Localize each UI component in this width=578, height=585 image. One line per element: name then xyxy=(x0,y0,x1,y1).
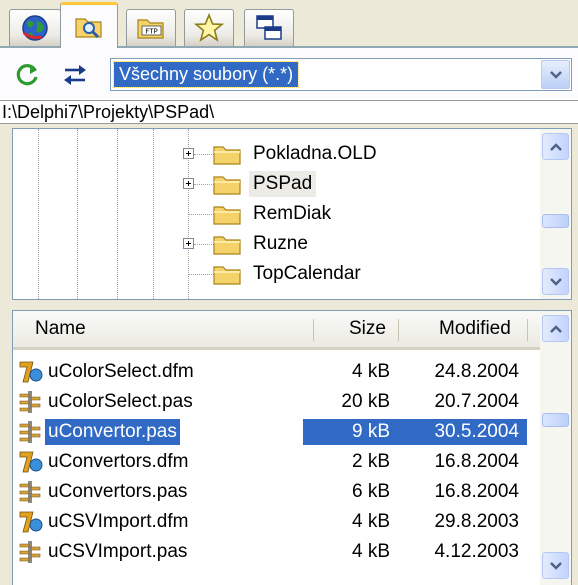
globe-icon xyxy=(22,15,48,41)
column-header-modified[interactable]: Modified xyxy=(439,311,511,347)
file-name: uCSVImport.pas xyxy=(48,541,188,562)
chevron-down-icon xyxy=(549,70,562,79)
column-header-size[interactable]: Size xyxy=(349,311,386,347)
file-modified: 20.7.2004 xyxy=(434,391,519,412)
delphi-form-icon xyxy=(19,451,43,473)
folder-icon xyxy=(213,176,241,195)
file-list-scroll-down-button[interactable] xyxy=(542,552,569,579)
file-size: 6 kB xyxy=(351,481,390,502)
tab-windows[interactable] xyxy=(244,9,294,46)
tree-item-pokladna-old[interactable]: Pokladna.OLD xyxy=(183,139,543,169)
file-modified: 30.5.2004 xyxy=(434,421,519,442)
file-list-scroll-up-button[interactable] xyxy=(542,315,569,342)
pascal-unit-icon xyxy=(19,421,41,443)
file-modified: 24.8.2004 xyxy=(434,361,519,382)
tab-folder-search[interactable] xyxy=(60,2,118,48)
file-modified: 29.8.2003 xyxy=(434,511,519,532)
tab-ftp[interactable]: FTP xyxy=(126,9,176,46)
tree-item-label: Pokladna.OLD xyxy=(253,143,377,164)
refresh-icon xyxy=(16,64,38,86)
file-row[interactable]: uCSVImport.pas 4 kB 4.12.2003 xyxy=(13,537,541,567)
file-list-header: Name Size Modified xyxy=(13,311,541,350)
chevron-up-icon xyxy=(549,324,562,333)
folder-icon xyxy=(213,206,241,225)
star-icon xyxy=(194,13,224,42)
column-header-name[interactable]: Name xyxy=(35,311,86,347)
tree-guide-line xyxy=(117,129,118,299)
file-size: 4 kB xyxy=(351,541,390,562)
pascal-unit-icon xyxy=(19,391,41,413)
file-row[interactable]: uConvertors.pas 6 kB 16.8.2004 xyxy=(13,477,541,507)
file-name: uColorSelect.dfm xyxy=(48,361,194,382)
file-name: uConvertor.pas xyxy=(45,419,180,445)
folder-icon xyxy=(213,266,241,285)
tree-item-label: Ruzne xyxy=(253,233,308,254)
file-modified: 16.8.2004 xyxy=(434,451,519,472)
pascal-unit-icon xyxy=(19,541,41,563)
file-modified: 4.12.2003 xyxy=(434,541,519,562)
delphi-form-icon xyxy=(19,511,43,533)
tree-item-pspad[interactable]: PSPad xyxy=(183,169,543,199)
sync-button[interactable] xyxy=(60,60,90,90)
tree-expand-toggle[interactable] xyxy=(183,178,194,189)
current-path: I:\Delphi7\Projekty\PSPad\ xyxy=(0,100,578,124)
file-filter-dropdown-button[interactable] xyxy=(541,60,570,89)
file-size: 9 kB xyxy=(351,421,390,442)
swap-arrows-icon xyxy=(64,65,86,85)
file-row[interactable]: uColorSelect.dfm 4 kB 24.8.2004 xyxy=(13,357,541,387)
file-row[interactable]: uConvertors.dfm 2 kB 16.8.2004 xyxy=(13,447,541,477)
chevron-down-icon xyxy=(549,277,562,286)
chevron-down-icon xyxy=(549,561,562,570)
file-row[interactable]: uColorSelect.pas 20 kB 20.7.2004 xyxy=(13,387,541,417)
file-row[interactable]: uCSVImport.dfm 4 kB 29.8.2003 xyxy=(13,507,541,537)
file-name: uConvertors.dfm xyxy=(48,451,189,472)
file-size: 20 kB xyxy=(341,391,390,412)
file-modified: 16.8.2004 xyxy=(434,481,519,502)
windows-icon xyxy=(256,15,282,40)
pascal-unit-icon xyxy=(19,481,41,503)
tree-expand-toggle[interactable] xyxy=(183,238,194,249)
file-filter-value: Všechny soubory (*.*) xyxy=(112,61,300,88)
delphi-form-icon xyxy=(19,361,43,383)
file-filter-select[interactable]: Všechny soubory (*.*) xyxy=(110,58,572,91)
file-name: uColorSelect.pas xyxy=(48,391,193,412)
tab-globe[interactable] xyxy=(9,9,61,46)
file-size: 4 kB xyxy=(351,361,390,382)
file-size: 2 kB xyxy=(351,451,390,472)
file-list-scroll-thumb[interactable] xyxy=(542,413,569,427)
tree-guide-line xyxy=(153,129,154,299)
file-list-scrollbar[interactable] xyxy=(540,311,571,585)
file-name: uCSVImport.dfm xyxy=(48,511,189,532)
tree-scroll-thumb[interactable] xyxy=(542,214,569,228)
tree-expand-toggle[interactable] xyxy=(183,148,194,159)
file-row-selected[interactable]: uConvertor.pas 9 kB 30.5.2004 xyxy=(13,417,541,447)
tree-item-ruzne[interactable]: Ruzne xyxy=(183,229,543,259)
svg-text:FTP: FTP xyxy=(145,28,157,36)
tree-item-remdiak[interactable]: RemDiak xyxy=(183,199,543,229)
refresh-button[interactable] xyxy=(12,60,42,90)
tree-item-label: RemDiak xyxy=(253,203,332,224)
ftp-icon: FTP xyxy=(137,19,164,39)
tree-scrollbar[interactable] xyxy=(540,129,571,299)
tab-favorites[interactable] xyxy=(184,9,234,46)
tree-guide-line xyxy=(38,129,39,299)
tab-strip: FTP xyxy=(0,0,578,48)
file-list[interactable]: Name Size Modified uColorSelect.dfm 4 kB… xyxy=(12,310,572,585)
tree-scroll-down-button[interactable] xyxy=(542,268,569,295)
chevron-up-icon xyxy=(549,142,562,151)
file-size: 4 kB xyxy=(351,511,390,532)
tree-scroll-up-button[interactable] xyxy=(542,133,569,160)
tree-item-label: PSPad xyxy=(249,171,317,197)
filter-toolbar: Všechny soubory (*.*) xyxy=(0,48,578,100)
folder-icon xyxy=(213,236,241,255)
folder-search-icon xyxy=(75,17,102,38)
folder-icon xyxy=(213,146,241,165)
tree-guide-line xyxy=(77,129,78,299)
file-name: uConvertors.pas xyxy=(48,481,188,502)
folder-tree[interactable]: Pokladna.OLD PSPad RemDiak Ruzne TopCale… xyxy=(12,128,572,300)
tree-item-label: TopCalendar xyxy=(253,263,361,284)
tree-item-topcalendar[interactable]: TopCalendar xyxy=(183,259,543,289)
